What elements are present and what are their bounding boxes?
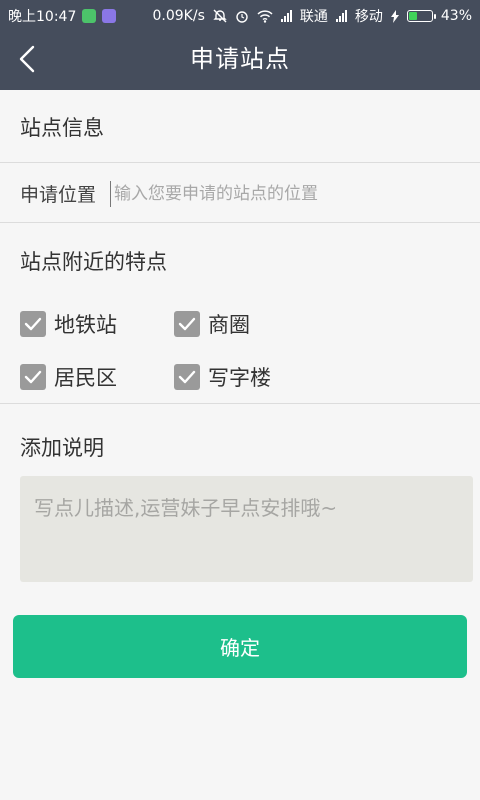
feature-checkbox-residential[interactable]: 居民区 — [20, 362, 117, 392]
battery-icon — [406, 10, 436, 22]
charging-icon — [390, 9, 399, 23]
feature-checkbox-business[interactable]: 商圈 — [174, 309, 250, 339]
feature-label: 居民区 — [54, 366, 117, 390]
nav-bar: 申请站点 — [0, 28, 480, 90]
features-heading: 站点附近的特点 — [20, 250, 167, 274]
site-info-heading: 站点信息 — [20, 116, 104, 140]
feature-checkbox-subway[interactable]: 地铁站 — [20, 309, 117, 339]
page-title: 申请站点 — [190, 45, 290, 73]
wifi-icon — [257, 9, 273, 23]
notes-textarea[interactable] — [20, 476, 473, 582]
battery-percent: 43% — [440, 8, 472, 24]
divider — [0, 222, 480, 223]
checkbox-checked-icon — [20, 364, 46, 390]
confirm-button[interactable]: 确定 — [13, 615, 467, 678]
location-label: 申请位置 — [20, 184, 97, 206]
divider — [0, 162, 480, 163]
feature-label: 地铁站 — [54, 313, 117, 337]
feature-label: 写字楼 — [208, 366, 271, 390]
status-time: 晚上10:47 — [8, 9, 77, 25]
signal-icon-2 — [335, 10, 347, 22]
location-row: 申请位置 — [20, 180, 445, 207]
carrier-1: 联通 — [299, 9, 328, 25]
signal-icon — [280, 10, 292, 22]
location-input[interactable] — [110, 180, 445, 207]
feature-checkbox-office[interactable]: 写字楼 — [174, 362, 271, 392]
notification-app-icon-2 — [102, 9, 117, 23]
divider — [0, 403, 480, 404]
network-speed: 0.09K/s — [152, 8, 205, 24]
carrier-2: 移动 — [354, 9, 383, 25]
checkbox-checked-icon — [174, 364, 200, 390]
feature-label: 商圈 — [208, 313, 250, 337]
checkbox-checked-icon — [20, 311, 46, 337]
checkbox-checked-icon — [174, 311, 200, 337]
notification-app-icon — [82, 9, 97, 23]
alarm-icon — [236, 11, 248, 23]
mute-icon — [213, 9, 227, 23]
notes-heading: 添加说明 — [20, 436, 104, 460]
status-bar: 晚上10:47 0.09K/s 联通 移动 43% — [0, 0, 480, 28]
